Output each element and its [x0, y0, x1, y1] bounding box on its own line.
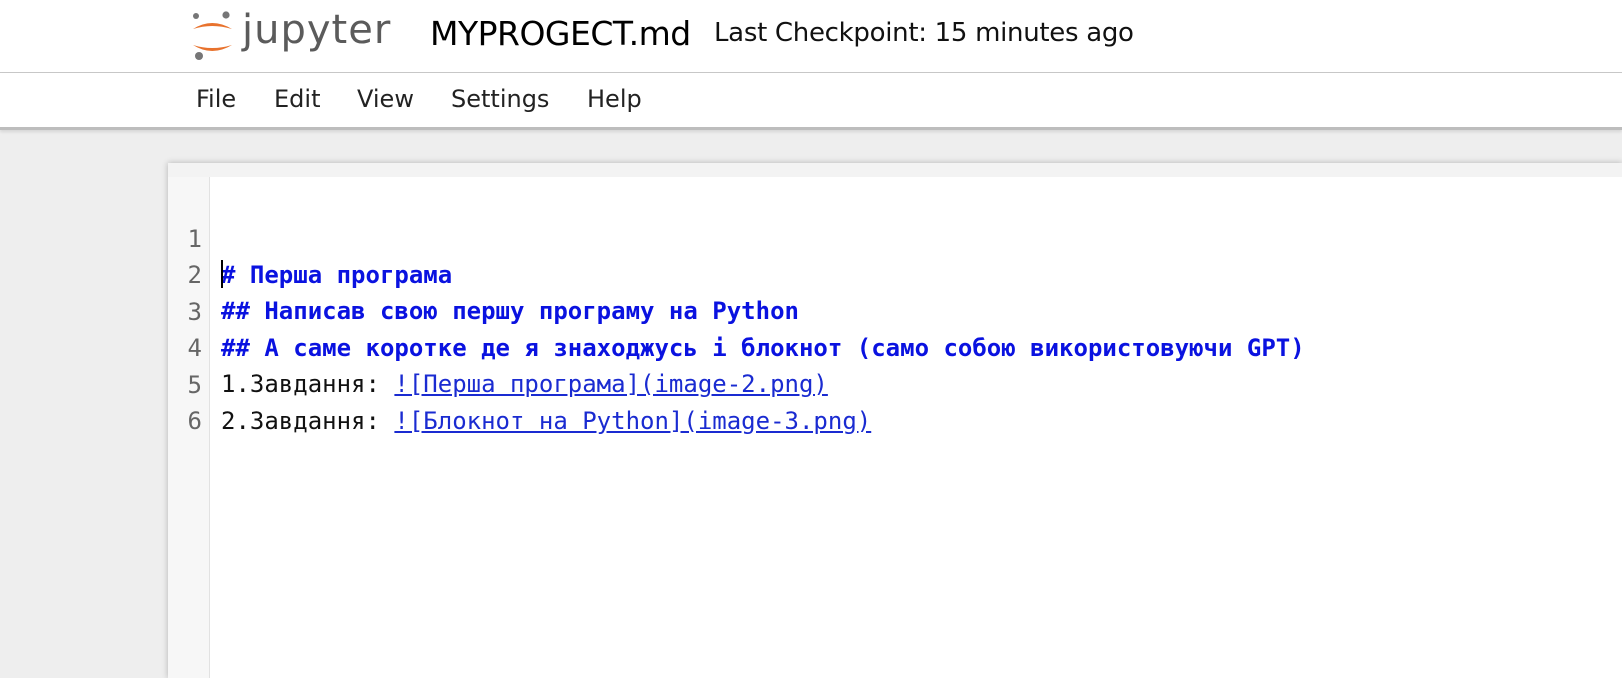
document-title[interactable]: MYPROGECT.md: [430, 14, 691, 53]
line-number: 6: [187, 406, 202, 435]
editor-toolbar-strip: [168, 163, 1622, 177]
jupyter-logo-icon: [193, 11, 232, 60]
editor-line-5[interactable]: 5 2.Завдання: ![Блокнот на Python](image…: [168, 331, 1622, 435]
line-content[interactable]: 2.Завдання: ![Блокнот на Python](image-3…: [221, 403, 871, 439]
menu-bar: File Edit View Settings Help: [0, 73, 1622, 130]
header-bar: jupyter MYPROGECT.md Last Checkpoint: 15…: [0, 0, 1622, 73]
text-editor[interactable]: 1 # Перша програма 2 ## Написав свою пер…: [168, 163, 1622, 678]
image-link[interactable]: ![Блокнот на Python](image-3.png): [394, 407, 871, 435]
menu-settings[interactable]: Settings: [451, 85, 549, 113]
editor-lines[interactable]: 1 # Перша програма 2 ## Написав свою пер…: [168, 185, 1622, 435]
editor-line-3[interactable]: 3 ## А саме коротке де я знаходжусь і бл…: [168, 258, 1622, 362]
menu-view[interactable]: View: [357, 85, 414, 113]
editor-line-1[interactable]: 1 # Перша програма: [168, 185, 1622, 289]
editor-line-4[interactable]: 4 1.Завдання: ![Перша програма](image-2.…: [168, 294, 1622, 398]
editor-line-6[interactable]: 6: [168, 367, 1622, 435]
editor-line-2[interactable]: 2 ## Написав свою першу програму на Pyth…: [168, 221, 1622, 325]
checkpoint-status: Last Checkpoint: 15 minutes ago: [714, 18, 1134, 48]
menu-edit[interactable]: Edit: [274, 85, 320, 113]
logo-text: jupyter: [242, 7, 392, 53]
menu-file[interactable]: File: [196, 85, 236, 113]
menu-help[interactable]: Help: [587, 85, 642, 113]
jupyter-logo[interactable]: jupyter: [190, 0, 391, 70]
